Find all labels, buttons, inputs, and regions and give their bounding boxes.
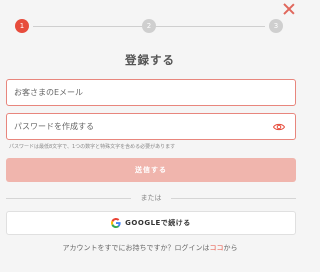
close-icon[interactable]	[282, 2, 296, 16]
step-1: 1	[15, 19, 29, 33]
or-divider: または	[6, 193, 296, 203]
password-input[interactable]	[7, 114, 295, 139]
divider-line	[171, 198, 296, 199]
progress-stepper: 1 2 3	[15, 19, 283, 35]
login-prompt-text: アカウントをすでにお持ちですか？ログインは	[62, 244, 210, 252]
step-3: 3	[269, 19, 283, 33]
google-signin-button[interactable]: GOOGLEで続ける	[6, 211, 296, 235]
step-connector	[33, 26, 143, 27]
email-field[interactable]	[6, 79, 296, 106]
google-signin-label: GOOGLEで続ける	[125, 219, 191, 227]
google-icon	[111, 218, 121, 228]
step-2: 2	[142, 19, 156, 33]
password-field[interactable]	[6, 113, 296, 140]
step-connector	[155, 26, 265, 27]
eye-icon[interactable]	[273, 122, 285, 132]
password-hint: パスワードは最低8文字で、1つの数字と特殊文字を含める必要があります	[9, 144, 176, 150]
login-link[interactable]: ココ	[210, 244, 224, 252]
submit-button[interactable]: 送信する	[6, 158, 296, 182]
login-prompt-suffix: から	[223, 244, 238, 252]
login-prompt: アカウントをすでにお持ちですか？ログインはココから	[0, 243, 300, 253]
email-input[interactable]	[7, 80, 295, 105]
page-title: 登録する	[125, 53, 175, 67]
